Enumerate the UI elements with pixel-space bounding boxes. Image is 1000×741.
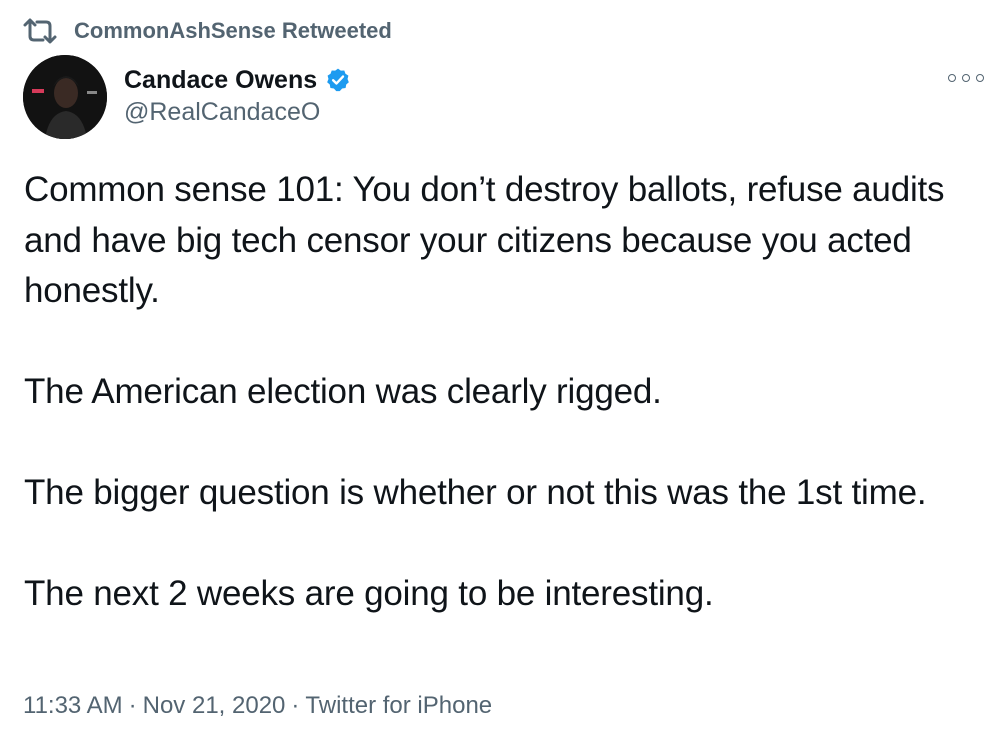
- author-name-row[interactable]: Candace Owens: [124, 62, 351, 98]
- tweet-metadata: 11:33 AM · Nov 21, 2020 · Twitter for iPhone: [23, 692, 492, 720]
- tweet-paragraph: The American election was clearly rigged…: [24, 372, 662, 411]
- tweet-time[interactable]: 11:33 AM: [23, 692, 123, 719]
- avatar[interactable]: [23, 55, 107, 139]
- tweet-date[interactable]: Nov 21, 2020: [143, 692, 286, 719]
- retweet-context[interactable]: CommonAshSense Retweeted: [22, 14, 392, 48]
- more-dot: [976, 74, 984, 82]
- meta-separator: ·: [291, 692, 300, 719]
- more-options-icon[interactable]: [948, 70, 984, 86]
- retweet-label: CommonAshSense Retweeted: [74, 18, 392, 43]
- avatar-image: [23, 55, 107, 139]
- tweet-text: Common sense 101: You don’t destroy ball…: [24, 165, 954, 620]
- meta-separator: ·: [128, 692, 137, 719]
- tweet-source[interactable]: Twitter for iPhone: [305, 692, 492, 719]
- author-name[interactable]: Candace Owens: [124, 66, 317, 95]
- more-dot: [962, 74, 970, 82]
- author-handle[interactable]: @RealCandaceO: [124, 98, 320, 127]
- more-dot: [948, 74, 956, 82]
- tweet-paragraph: The next 2 weeks are going to be interes…: [24, 574, 714, 613]
- verified-badge-icon: [327, 68, 349, 92]
- tweet-paragraph: The bigger question is whether or not th…: [24, 473, 927, 512]
- retweet-icon: [23, 18, 57, 44]
- tweet-paragraph: Common sense 101: You don’t destroy ball…: [24, 170, 945, 310]
